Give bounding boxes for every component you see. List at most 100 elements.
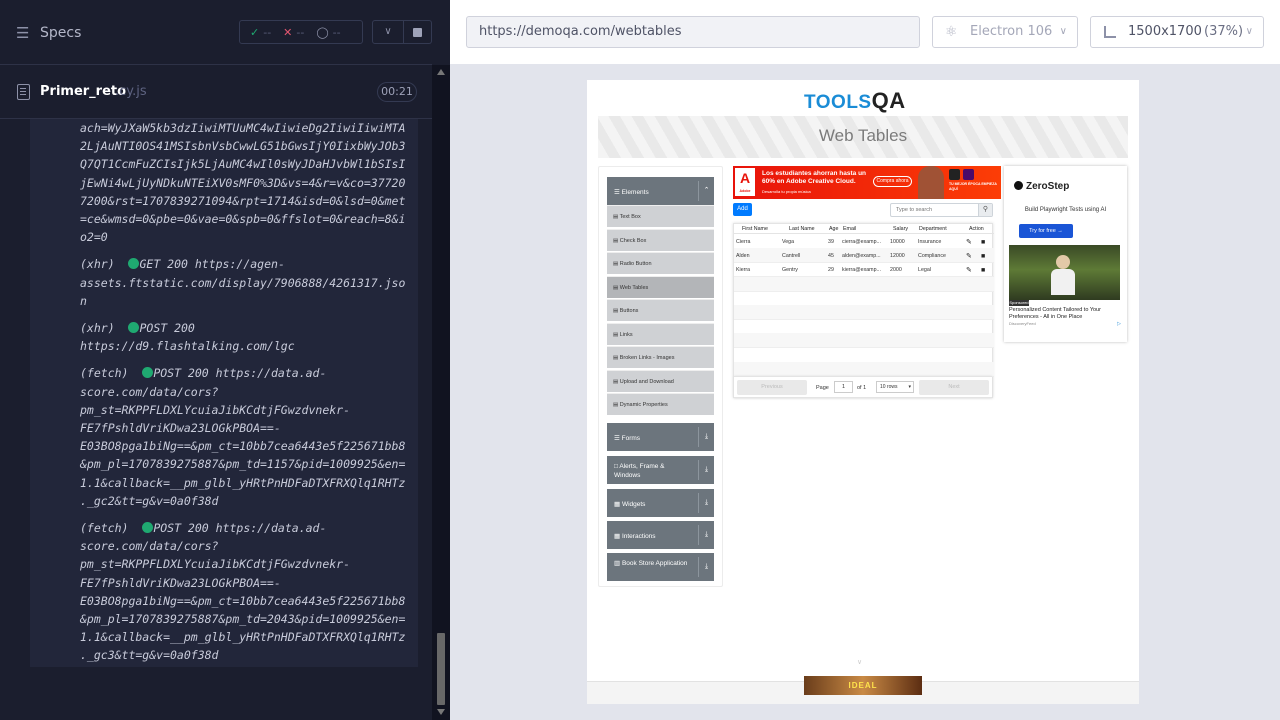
edit-pencil-icon[interactable]: ✎ — [966, 267, 973, 275]
log-line: assets.ftstatic.com/display/7906888/4261… — [80, 275, 406, 290]
menu-item-broken-links-images[interactable]: ▤ Broken Links - Images — [607, 346, 714, 368]
table-cell: Vega — [782, 239, 795, 245]
rows-per-page-select[interactable]: 10 rows ▾ — [876, 381, 914, 393]
page-input[interactable]: 1 — [834, 381, 853, 393]
sponsored-image[interactable] — [1009, 245, 1120, 300]
delete-trash-icon[interactable]: ■ — [981, 253, 988, 261]
ad-buy-button[interactable]: Compra ahora — [873, 176, 912, 187]
pagination: Previous Page 1 of 1 10 rows ▾ Next — [734, 376, 992, 398]
electron-icon: ⚛ — [945, 24, 958, 40]
menu-group-alerts-frame-windows[interactable]: □ Alerts, Frame & Windows ⤓ — [607, 456, 714, 484]
menu-item-buttons[interactable]: ▤ Buttons — [607, 299, 714, 321]
scroll-thumb[interactable] — [437, 633, 445, 705]
menu-item-links[interactable]: ▤ Links — [607, 322, 714, 345]
adobe-ad-banner[interactable]: A Adobe Los estudiantes ahorran hasta un … — [733, 166, 1001, 199]
stop-button[interactable] — [404, 20, 432, 44]
try-for-free-button[interactable]: Try for free → — [1019, 224, 1073, 238]
zerostep-ad[interactable]: ZeroStep Build Playwright Tests using AI… — [1004, 166, 1127, 342]
search-icon[interactable]: ⚲ — [978, 204, 992, 216]
table-row — [734, 291, 994, 306]
column-header[interactable]: Department — [919, 226, 947, 232]
log-line: score.com/data/cors? — [80, 539, 219, 554]
delete-trash-icon[interactable]: ■ — [981, 267, 988, 275]
menu-group-label: ▥ Book Store Application — [614, 560, 688, 567]
expand-icon[interactable]: ⤓ — [698, 427, 714, 447]
expand-icon[interactable]: ⤓ — [698, 460, 714, 480]
menu-item-check-box[interactable]: ▤ Check Box — [607, 228, 714, 251]
bottom-food-ad[interactable]: IDEAL — [804, 676, 922, 695]
command-log[interactable]: ach=WyJXaW5kb3dzIiwiMTUuMC4wIiwieDg2Iiwi… — [30, 119, 418, 667]
sponsored-caption[interactable]: Personalized Content Tailored to Your Pr… — [1009, 307, 1123, 321]
table-cell: Kierra — [736, 267, 751, 274]
table-cell: Legal — [918, 267, 931, 274]
menu-item-upload-and-download[interactable]: ▤ Upload and Download — [607, 369, 714, 392]
log-line: &pm_pl=1707839275887&pm_td=1157&pid=1009… — [80, 457, 406, 472]
log-lines: ach=WyJXaW5kb3dzIiwiMTUuMC4wIiwieDg2Iiwi… — [80, 119, 418, 665]
log-line: jEwNi4wLjUyNDkuNTEiXV0sMF0%3D&vs=4&r=v&c… — [80, 175, 406, 190]
expand-icon[interactable]: ⤓ — [698, 493, 714, 513]
toolsqa-logo[interactable]: TOOLSQA — [804, 88, 906, 114]
edit-pencil-icon[interactable]: ✎ — [966, 239, 973, 247]
scroll-down-arrow-icon[interactable] — [437, 709, 445, 715]
person-head — [1056, 255, 1070, 269]
viewport-selector[interactable]: 1500x1700 (37%) ∨ — [1090, 16, 1264, 48]
spec-file-row[interactable]: Primer_reto .cy.js 00:21 — [0, 66, 432, 119]
column-header[interactable]: Last Name — [789, 226, 815, 232]
pending-spinner-icon: ◯ — [316, 25, 329, 39]
page-total: of 1 — [857, 385, 867, 391]
column-header[interactable]: Action — [969, 226, 984, 232]
sponsored-badge: Sponsored — [1009, 300, 1029, 306]
ad-person-image — [918, 166, 944, 199]
passed-check-icon: ✓ — [250, 25, 260, 39]
reporter-scrollbar[interactable] — [432, 65, 450, 720]
adchoices-icon[interactable]: ▷ — [1117, 321, 1121, 327]
column-header[interactable]: First Name — [742, 226, 768, 232]
next-button[interactable]: Next — [919, 380, 989, 395]
menu-item-web-tables[interactable]: ▤ Web Tables — [607, 275, 714, 298]
menu-group-label: ☰ Forms — [614, 435, 641, 442]
menu-group-widgets[interactable]: ▦ Widgets ⤓ — [607, 489, 714, 517]
table-cell: 12000 — [890, 253, 905, 260]
previous-button[interactable]: Previous — [737, 380, 807, 395]
menu-group-book-store-application[interactable]: ▥ Book Store Application ⤓ — [607, 553, 714, 581]
log-line: (fetch) POST 200 https://data.ad- — [80, 521, 327, 536]
column-header[interactable]: Email — [843, 226, 856, 232]
specs-list-icon[interactable]: ☰ — [16, 24, 29, 42]
column-header[interactable]: Salary — [893, 226, 908, 232]
edit-pencil-icon[interactable]: ✎ — [966, 253, 973, 261]
page-label: Page — [816, 385, 829, 391]
search-input[interactable] — [891, 204, 979, 216]
url-bar[interactable]: https://demoqa.com/webtables — [466, 16, 920, 48]
ad-side-text: TU MEJOR ÉPOCA EMPIEZA AQUÍ — [949, 182, 997, 191]
specs-title[interactable]: Specs — [40, 25, 81, 41]
add-button[interactable]: Add — [733, 203, 752, 216]
menu-item-dynamic-properties[interactable]: ▤ Dynamic Properties — [607, 393, 714, 415]
column-header[interactable]: Age — [829, 226, 838, 232]
table-row: Kierra Gentry 29 kierra@examp... 2000 Legal ✎ ■ — [734, 262, 994, 278]
status-dot-icon — [142, 367, 154, 379]
reporter-header: ☰ Specs ✓ -- ✕ -- ◯ -- ∨ — [0, 0, 432, 65]
logo-text: TOOLS — [804, 92, 872, 113]
expand-icon[interactable]: ⤓ — [698, 557, 714, 577]
delete-trash-icon[interactable]: ■ — [981, 239, 988, 247]
table-row — [734, 361, 994, 377]
web-table: First Name Last Name Age Email Salary Departm… — [733, 223, 994, 398]
ad-expand-chevron-icon[interactable]: ∨ — [857, 658, 862, 666]
adobe-logo-letter: A — [739, 170, 751, 186]
chevron-down-button[interactable]: ∨ — [372, 20, 404, 44]
zerostep-subtitle: Build Playwright Tests using AI — [1024, 207, 1107, 213]
status-dot-icon — [142, 522, 154, 534]
scroll-up-arrow-icon[interactable] — [437, 69, 445, 75]
menu-group-forms[interactable]: ☰ Forms ⤓ — [607, 423, 714, 451]
table-cell: 39 — [828, 239, 834, 245]
menu-item-text-box[interactable]: ▤ Text Box — [607, 205, 714, 227]
menu-item-radio-button[interactable]: ▤ Radio Button — [607, 252, 714, 274]
log-line: (xhr) POST 200 — [80, 321, 195, 336]
browser-selector[interactable]: ⚛ Electron 106 ∨ — [932, 16, 1078, 48]
browser-name: Electron 106 — [970, 24, 1053, 39]
sponsored-source: DiscoveryFeed — [1009, 321, 1036, 326]
collapse-icon[interactable]: ⌃ — [698, 181, 714, 201]
expand-icon[interactable]: ⤓ — [698, 525, 714, 545]
menu-group-elements[interactable]: ☰ Elements ⌃ — [607, 177, 714, 205]
menu-group-interactions[interactable]: ▦ Interactions ⤓ — [607, 521, 714, 549]
